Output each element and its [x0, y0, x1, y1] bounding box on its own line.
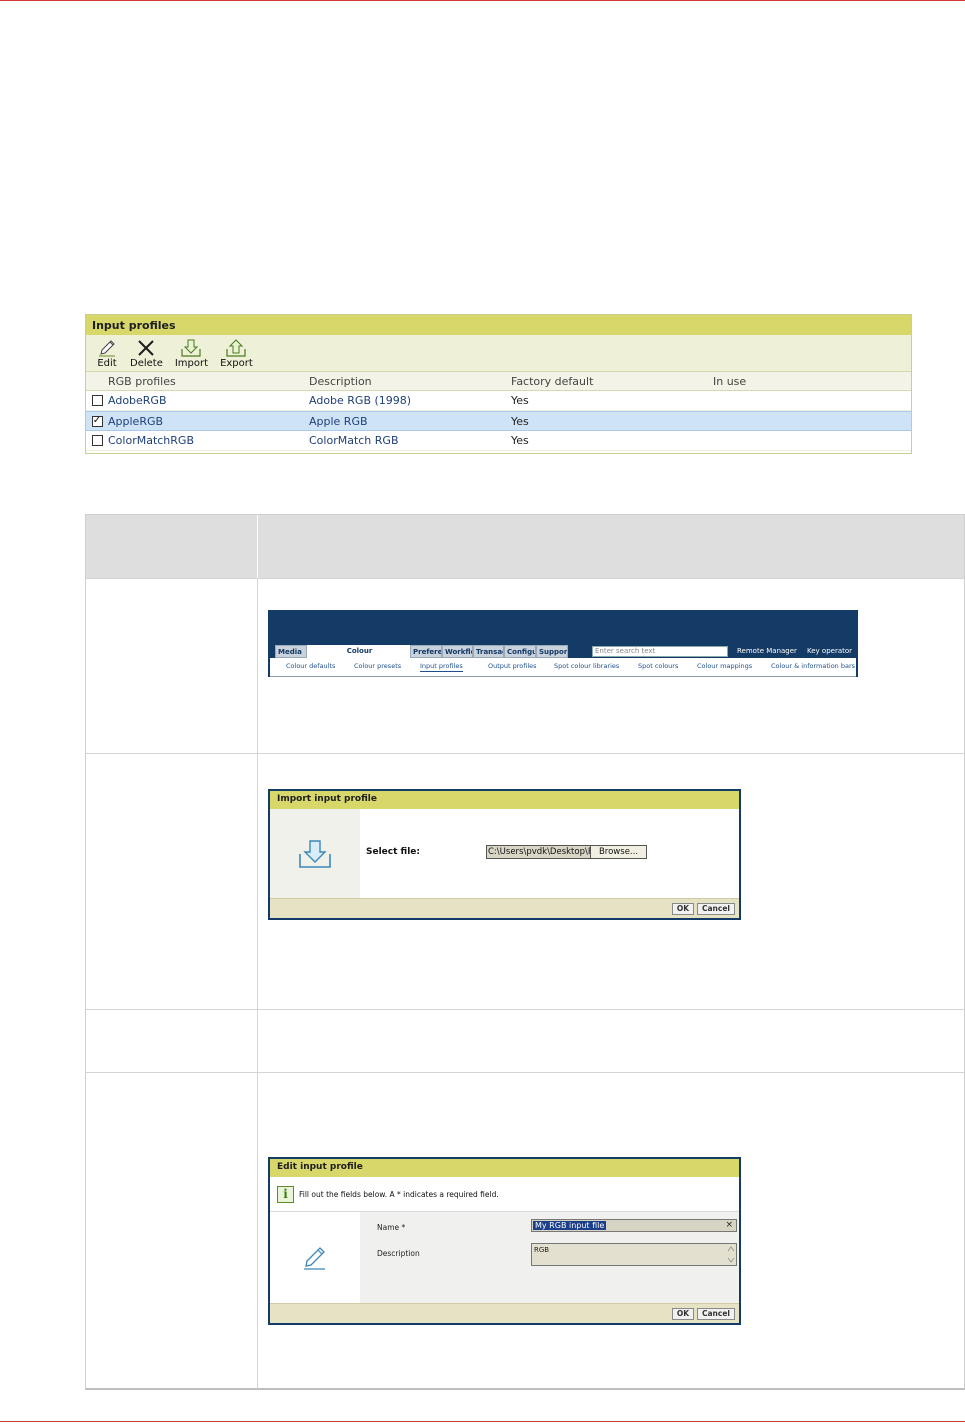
export-button[interactable]: Export [220, 338, 253, 371]
tab-colour[interactable]: Colour [307, 645, 410, 658]
browse-button[interactable]: Browse... [590, 845, 647, 859]
settings-navigation: Media Colour Preferen Workflo Transac Co… [268, 610, 858, 677]
steps-table-header [86, 515, 964, 578]
scrollbar[interactable] [727, 1245, 735, 1264]
dialog-title: Import input profile [270, 791, 739, 809]
tab-workflow[interactable]: Workflo [442, 645, 473, 658]
column-in-use[interactable]: In use [713, 375, 893, 388]
panel-title: Input profiles [86, 315, 911, 335]
import-input-profile-dialog: Import input profile Select file: C:\Use… [268, 789, 741, 920]
scroll-arrows-icon [727, 1246, 735, 1263]
subtab-colour-mappings[interactable]: Colour mappings [697, 662, 752, 670]
subtab-spot-colours[interactable]: Spot colours [638, 662, 678, 670]
name-input[interactable]: My RGB input file × [531, 1219, 737, 1232]
profile-factory-default: Yes [511, 434, 529, 447]
edit-button[interactable]: Edit [96, 338, 118, 371]
tab-preferences[interactable]: Preferen [410, 645, 442, 658]
table-row[interactable]: ColorMatchRGB ColorMatch RGB Yes [86, 431, 911, 451]
delete-button[interactable]: Delete [130, 338, 163, 371]
toolbar: Edit Delete Import Export [86, 335, 911, 372]
ok-button[interactable]: OK [671, 1308, 694, 1320]
dialog-title: Edit input profile [270, 1159, 739, 1177]
search-input[interactable]: Enter search text [592, 646, 728, 657]
export-label: Export [220, 358, 253, 369]
description-value: RGB [534, 1246, 550, 1254]
ok-button[interactable]: OK [671, 903, 694, 915]
pencil-icon [99, 340, 115, 357]
profile-name: AdobeRGB [108, 394, 167, 407]
import-icon [299, 839, 331, 868]
info-message: i Fill out the fields below. A * indicat… [270, 1177, 739, 1212]
top-rule [0, 0, 965, 1]
profile-factory-default: Yes [511, 414, 529, 428]
key-operator-link[interactable]: Key operator [807, 646, 852, 657]
input-profiles-panel: Input profiles Edit Delete Import Export… [85, 314, 912, 454]
subtab-colour-presets[interactable]: Colour presets [354, 662, 401, 670]
bottom-rule [0, 1421, 965, 1422]
subtab-colour-defaults[interactable]: Colour defaults [286, 662, 335, 670]
export-icon [226, 339, 247, 357]
select-file-label: Select file: [366, 847, 421, 857]
column-factory-default[interactable]: Factory default [511, 375, 713, 388]
clear-icon[interactable]: × [725, 1220, 733, 1231]
row-checkbox[interactable] [91, 435, 103, 446]
table-row[interactable]: ✓ AppleRGB Apple RGB Yes [86, 411, 911, 431]
remote-manager-link[interactable]: Remote Manager [737, 646, 797, 657]
profile-description: ColorMatch RGB [309, 434, 399, 447]
name-value: My RGB input file [533, 1221, 607, 1230]
info-icon: i [277, 1186, 294, 1203]
description-label: Description [377, 1249, 420, 1258]
cancel-button[interactable]: Cancel [696, 1308, 735, 1320]
nav-tab-bar: Media Colour Preferen Workflo Transac Co… [270, 644, 856, 658]
nav-header-bar [270, 612, 856, 644]
profile-factory-default: Yes [511, 394, 529, 407]
column-rgb-profiles[interactable]: RGB profiles [108, 375, 309, 388]
row-checkbox[interactable] [91, 395, 103, 406]
subtab-colour-information-bars[interactable]: Colour & information bars [771, 662, 855, 670]
nav-subtabs: Colour defaults Colour presets Input pro… [270, 658, 856, 677]
file-path-input[interactable]: C:\Users\pvdk\Desktop\R [486, 845, 591, 859]
subtab-output-profiles[interactable]: Output profiles [488, 662, 537, 670]
tab-support[interactable]: Support [536, 645, 568, 658]
name-label: Name * [377, 1223, 406, 1232]
delete-x-icon [138, 340, 155, 356]
import-icon [181, 339, 202, 357]
edit-input-profile-dialog: Edit input profile i Fill out the fields… [268, 1157, 741, 1325]
row-checkbox-checked[interactable]: ✓ [91, 415, 103, 427]
info-text: Fill out the fields below. A * indicates… [299, 1190, 499, 1199]
profile-name: AppleRGB [108, 414, 164, 428]
cancel-button[interactable]: Cancel [696, 903, 735, 915]
subtab-spot-colour-libraries[interactable]: Spot colour libraries [554, 662, 619, 670]
delete-label: Delete [130, 358, 163, 369]
import-label: Import [174, 358, 209, 369]
tab-configuration[interactable]: Configu [504, 645, 536, 658]
profile-name: ColorMatchRGB [108, 434, 194, 447]
tab-media[interactable]: Media [275, 645, 307, 658]
table-row[interactable]: AdobeRGB Adobe RGB (1998) Yes [86, 391, 911, 411]
subtab-input-profiles[interactable]: Input profiles [420, 662, 463, 672]
profile-description: Adobe RGB (1998) [309, 394, 412, 407]
description-input[interactable]: RGB [531, 1243, 737, 1266]
profile-description: Apple RGB [309, 414, 368, 428]
import-button[interactable]: Import [175, 338, 208, 371]
edit-label: Edit [97, 358, 117, 369]
column-description[interactable]: Description [309, 375, 511, 388]
pencil-icon [304, 1246, 325, 1270]
grid-header: RGB profiles Description Factory default… [86, 372, 911, 391]
tab-transactions[interactable]: Transac [473, 645, 504, 658]
